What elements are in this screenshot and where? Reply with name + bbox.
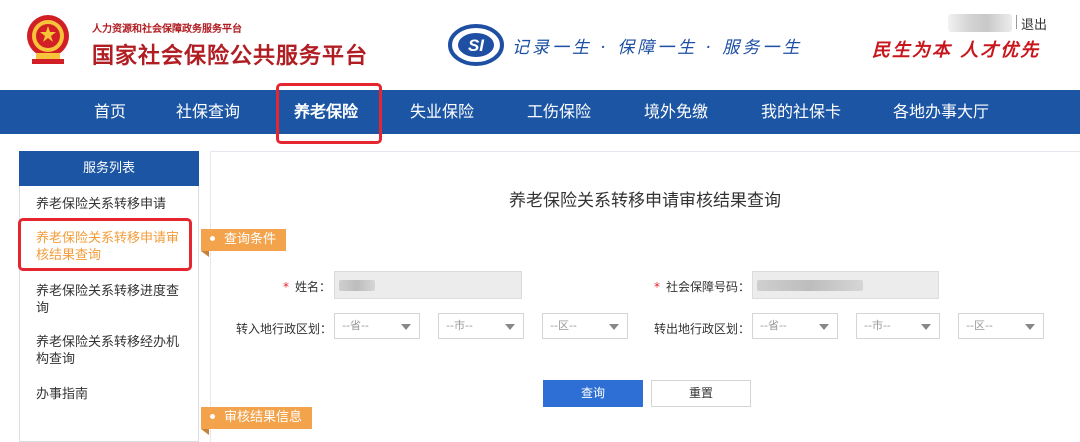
select-value: --区-- [550,319,577,332]
select-value: --市-- [864,319,891,332]
slogan: 记录一生 · 保障一生 · 服务一生 [512,38,803,58]
transfer-out-city-select[interactable]: --市-- [856,313,940,339]
username-redacted [948,14,1012,32]
chevron-down-icon [401,324,411,330]
nav-item-unemployment-insurance[interactable]: 失业保险 [410,90,474,134]
motto: 民生为本 人才优先 [872,40,1041,61]
site-header: 人力资源和社会保障政务服务平台 国家社会保险公共服务平台 SI 记录一生 · 保… [0,0,1080,90]
select-value: --区-- [966,319,993,332]
transfer-in-city-select[interactable]: --市-- [438,313,524,339]
name-label: * 姓名： [283,278,331,295]
transfer-out-label: 转出地行政区划： [654,322,751,336]
select-value: --省-- [760,319,787,332]
nav-item-social-security-query[interactable]: 社保查询 [176,90,240,134]
nav-item-local-service-halls[interactable]: 各地办事大厅 [893,90,989,134]
redacted-name [339,280,375,291]
sidebar-item-agency-query[interactable]: 养老保险关系转移经办机构查询 [36,334,188,368]
query-button[interactable]: 查询 [543,380,643,407]
section-review-results: 审核结果信息 [201,407,313,435]
chevron-down-icon [505,324,515,330]
sidebar-item-transfer-application[interactable]: 养老保险关系转移申请 [36,196,188,213]
annotation-highlight-sidebar [18,218,192,271]
nav-item-home[interactable]: 首页 [94,90,126,134]
sidebar-item-guide[interactable]: 办事指南 [36,386,188,403]
nav-item-overseas-exemption[interactable]: 境外免缴 [644,90,708,134]
ssn-label: * 社会保障号码： [654,278,750,295]
required-mark: * [654,280,660,294]
page-title: 养老保险关系转移申请审核结果查询 [509,191,781,211]
ssn-label-text: 社会保障号码： [666,280,751,294]
sidebar-header: 服务列表 [19,151,199,186]
transfer-in-label: 转入地行政区划： [236,322,333,336]
main-nav: 首页 社保查询 养老保险 失业保险 工伤保险 境外免缴 我的社保卡 各地办事大厅 [0,90,1080,134]
annotation-highlight-nav [276,83,382,144]
ssn-input[interactable] [752,271,939,299]
redacted-ssn [757,280,863,291]
chevron-down-icon [921,324,931,330]
select-value: --市-- [446,319,473,332]
logout-link[interactable]: 退出 [1021,14,1047,33]
transfer-out-district-select[interactable]: --区-- [958,313,1044,339]
logo-text: SI [468,36,485,55]
transfer-in-province-select[interactable]: --省-- [334,313,420,339]
nav-item-my-social-security-card[interactable]: 我的社保卡 [761,90,841,134]
required-mark: * [283,280,289,294]
section-query-conditions: 查询条件 [201,229,287,257]
name-input[interactable] [334,271,522,299]
nav-item-work-injury-insurance[interactable]: 工伤保险 [527,90,591,134]
chevron-down-icon [609,324,619,330]
social-insurance-logo-icon: SI [448,24,504,66]
transfer-in-district-select[interactable]: --区-- [542,313,628,339]
reset-button[interactable]: 重置 [651,380,751,407]
site-title: 国家社会保险公共服务平台 [92,44,369,69]
national-emblem-icon [27,15,69,64]
chevron-down-icon [819,324,829,330]
name-label-text: 姓名： [295,280,332,294]
org-subtitle: 人力资源和社会保障政务服务平台 [92,24,242,35]
transfer-out-province-select[interactable]: --省-- [752,313,838,339]
divider [1016,15,1017,29]
select-value: --省-- [342,319,369,332]
chevron-down-icon [1025,324,1035,330]
sidebar-item-progress-query[interactable]: 养老保险关系转移进度查询 [36,283,188,317]
